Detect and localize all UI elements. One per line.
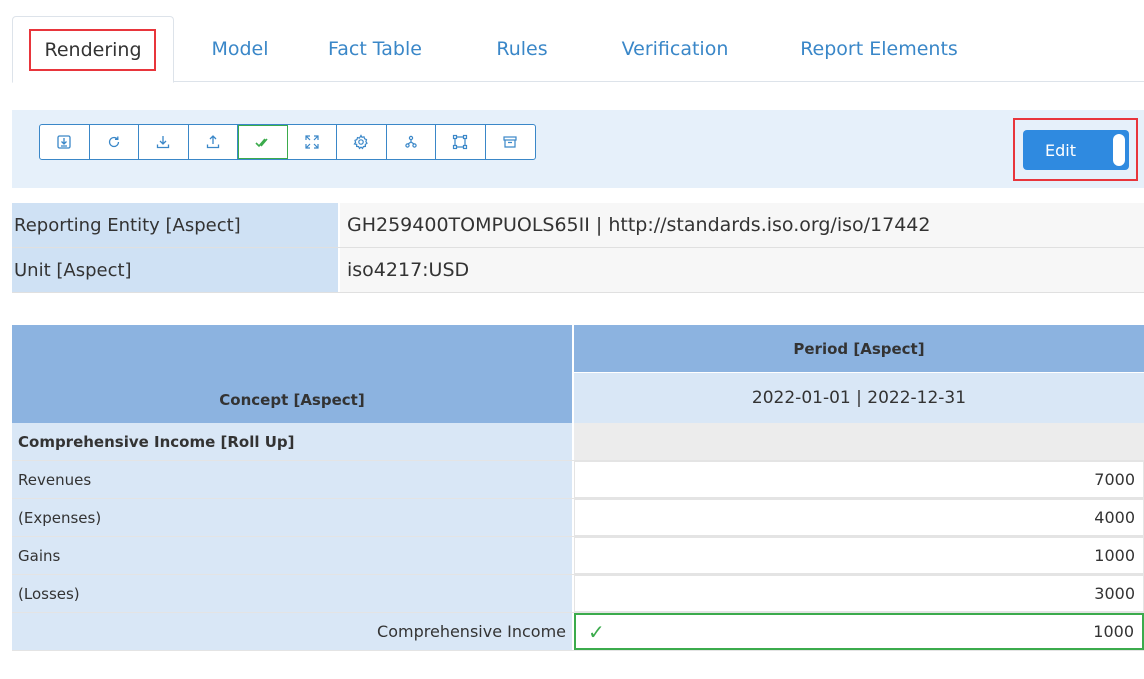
validate-button[interactable] (238, 125, 288, 159)
period-header-group: Period [Aspect] 2022-01-01 | 2022-12-31 (574, 325, 1144, 423)
tab-model-label: Model (211, 38, 269, 60)
hierarchy-icon (405, 135, 417, 148)
concept-label: Gains (12, 537, 574, 574)
archive-button[interactable] (486, 125, 536, 159)
tab-report-elements[interactable]: Report Elements (774, 16, 984, 82)
period-header: Period [Aspect] (574, 325, 1144, 373)
aspect-row-unit: Unit [Aspect] iso4217:USD (12, 248, 1144, 293)
tab-rendering[interactable]: Rendering (12, 16, 174, 83)
aspect-row-entity: Reporting Entity [Aspect] GH259400TOMPUO… (12, 203, 1144, 248)
refresh-icon (108, 136, 119, 148)
period-value-header: 2022-01-01 | 2022-12-31 (574, 373, 1144, 423)
aspect-table: Reporting Entity [Aspect] GH259400TOMPUO… (12, 203, 1144, 293)
validate-icon (255, 138, 268, 148)
toggle-knob (1113, 134, 1125, 166)
settings-button[interactable] (337, 125, 387, 159)
concept-header: Concept [Aspect] (12, 325, 574, 423)
tab-rules[interactable]: Rules (482, 16, 562, 82)
import-icon (57, 135, 71, 149)
aspect-value: iso4217:USD (340, 248, 1144, 292)
expand-button[interactable] (288, 125, 337, 159)
table-row: (Expenses) 4000 (12, 499, 1144, 537)
expand-icon (305, 135, 319, 149)
tab-model[interactable]: Model (194, 16, 286, 82)
import-button[interactable] (40, 125, 90, 159)
frame-button[interactable] (436, 125, 486, 159)
empty-cell (574, 423, 1144, 460)
table-row: Gains 1000 (12, 537, 1144, 575)
total-label: Comprehensive Income (12, 613, 574, 650)
fact-value-cell[interactable]: 1000 (574, 537, 1144, 574)
fact-value-cell[interactable]: 3000 (574, 575, 1144, 612)
tab-verification[interactable]: Verification (600, 16, 750, 82)
hierarchy-button[interactable] (387, 125, 436, 159)
fact-value-cell[interactable]: 4000 (574, 499, 1144, 536)
tab-rendering-label: Rendering (44, 38, 142, 61)
concept-label: (Losses) (12, 575, 574, 612)
frame-icon (453, 134, 468, 150)
total-value: 1000 (1093, 622, 1134, 641)
tab-report-elements-label: Report Elements (800, 38, 958, 60)
grid-header: Concept [Aspect] Period [Aspect] 2022-01… (12, 325, 1144, 423)
table-row-rollup: Comprehensive Income [Roll Up] (12, 423, 1144, 461)
table-row: (Losses) 3000 (12, 575, 1144, 613)
edit-label: Edit (1045, 140, 1076, 160)
tab-rules-label: Rules (496, 38, 548, 60)
aspect-value: GH259400TOMPUOLS65II | http://standards.… (340, 203, 1144, 247)
fact-grid: Concept [Aspect] Period [Aspect] 2022-01… (12, 325, 1144, 651)
edit-toggle-button[interactable]: Edit (1023, 130, 1129, 170)
toolbar-button-group (39, 124, 536, 160)
upload-icon (206, 135, 219, 149)
concept-label: Revenues (12, 461, 574, 498)
aspect-key: Unit [Aspect] (12, 248, 340, 292)
check-icon: ✓ (588, 619, 605, 644)
tab-verification-label: Verification (621, 38, 729, 60)
tab-fact-table-label: Fact Table (328, 38, 422, 60)
download-button[interactable] (139, 125, 189, 159)
tab-bar: Rendering Model Fact Table Rules Verific… (12, 16, 1144, 83)
settings-icon (353, 134, 369, 150)
table-row-total: Comprehensive Income ✓ 1000 (12, 613, 1144, 651)
tab-fact-table[interactable]: Fact Table (312, 16, 438, 82)
download-icon (157, 136, 170, 149)
concept-label: (Expenses) (12, 499, 574, 536)
table-row: Revenues 7000 (12, 461, 1144, 499)
total-value-cell[interactable]: ✓ 1000 (574, 613, 1144, 650)
archive-icon (503, 136, 517, 148)
edit-toggle-highlight: Edit (1013, 118, 1138, 181)
fact-value-cell[interactable]: 7000 (574, 461, 1144, 498)
rollup-label: Comprehensive Income [Roll Up] (12, 423, 574, 460)
refresh-button[interactable] (90, 125, 139, 159)
toolbar: Edit (12, 110, 1144, 188)
aspect-key: Reporting Entity [Aspect] (12, 203, 340, 247)
upload-button[interactable] (189, 125, 238, 159)
